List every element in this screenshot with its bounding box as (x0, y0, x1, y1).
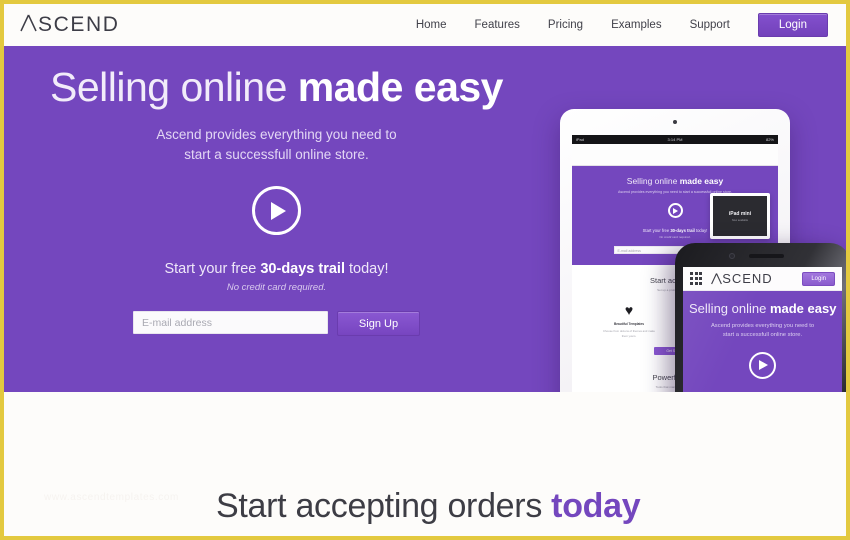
trial-suffix: today! (345, 261, 389, 278)
no-credit-card-note: No credit card required. (226, 282, 327, 294)
phone-screen: SCEND Login Selling online made easy Asc… (683, 267, 842, 392)
tablet-promo-sub: Now available (731, 218, 749, 222)
signup-form: Sign Up (4, 311, 549, 337)
tablet-play-triangle-icon (673, 207, 678, 214)
hero-title-bold: made easy (297, 64, 504, 110)
nav-item-home[interactable]: Home (402, 19, 461, 31)
bottom-title-light: Start accepting orders (216, 487, 552, 525)
trial-highlight: 30-days trail (260, 261, 345, 278)
logo-text: SCEND (38, 13, 120, 36)
bottom-title-bold: today (551, 487, 641, 525)
tablet-status-left: iPad (576, 137, 585, 142)
tablet-status-bar: iPad 3:14 PM 82% (572, 135, 778, 144)
phone-camera-icon (728, 253, 735, 259)
phone-logo: SCEND (711, 271, 773, 286)
hero-subtitle: Ascend provides everything you need to s… (4, 125, 549, 164)
tablet-hero-title-bold: made easy (679, 176, 724, 186)
tablet-hero-title-light: Selling online (626, 176, 680, 186)
play-triangle-icon (271, 201, 286, 220)
trial-line: Start your free 30-days trail today! (4, 261, 549, 277)
tablet-browser-chrome[interactable] (572, 144, 778, 166)
tablet-status-right: 82% (765, 137, 774, 142)
tablet-promo-card: iPad mini Now available (710, 193, 770, 239)
login-button[interactable]: Login (757, 13, 828, 37)
phone-hero-sub: Ascend provides everything you need to s… (689, 322, 836, 340)
bottom-section: www.ascendtemplates.com Start accepting … (4, 392, 846, 536)
signup-button[interactable]: Sign Up (337, 311, 420, 337)
hero-title-light: Selling online (49, 64, 298, 110)
hero-section: Selling online made easy Ascend provides… (4, 46, 846, 392)
nav-item-pricing[interactable]: Pricing (534, 19, 597, 31)
tablet-status-center: 3:14 PM (667, 137, 683, 142)
nav-item-features[interactable]: Features (461, 19, 534, 31)
hero-title: Selling online made easy (4, 64, 549, 111)
tablet-trial-suffix: today! (694, 228, 708, 234)
main-nav: Home Features Pricing Examples Support L… (402, 13, 828, 37)
tablet-promo-screen: iPad mini Now available (713, 196, 767, 236)
site-logo[interactable]: SCEND (20, 13, 120, 37)
triangle-a-icon (711, 273, 723, 285)
phone-logo-text: SCEND (722, 271, 773, 286)
tablet-play-icon[interactable] (667, 203, 683, 219)
tablet-trial-prefix: Start your free (642, 228, 671, 234)
nav-item-support[interactable]: Support (676, 19, 744, 31)
phone-login-button[interactable]: Login (802, 271, 835, 286)
triangle-a-icon (20, 13, 37, 37)
hero-subtitle-line1: Ascend provides everything you need to (156, 127, 397, 142)
phone-play-icon[interactable] (749, 351, 776, 379)
phone-hero-sub-line2: start a successfull online store. (722, 331, 803, 338)
phone-play-triangle-icon (759, 360, 768, 371)
heart-icon: ♥ (624, 302, 634, 319)
page-frame: SCEND Home Features Pricing Examples Sup… (0, 0, 850, 540)
top-navigation-bar: SCEND Home Features Pricing Examples Sup… (4, 4, 846, 46)
phone-speaker-icon (748, 254, 784, 258)
hero-subtitle-line2: start a successfull online store. (184, 146, 369, 162)
tablet-feature-text: Choose from dozens of themes and make th… (603, 329, 655, 338)
tablet-hero-title: Selling online made easy (578, 176, 772, 186)
bottom-title: Start accepting orders today (216, 487, 641, 526)
nav-item-examples[interactable]: Examples (597, 19, 676, 31)
phone-hero: Selling online made easy Ascend provides… (683, 291, 842, 392)
phone-hero-title: Selling online made easy (689, 301, 836, 316)
email-input[interactable] (133, 311, 328, 335)
play-icon[interactable] (252, 186, 301, 236)
watermark-text: www.ascendtemplates.com (44, 492, 179, 503)
tablet-feature-item: ♥ Beautiful Templates Choose from dozens… (600, 303, 658, 338)
tablet-trial-bold: 30-days trail (670, 228, 695, 234)
trial-prefix: Start your free (164, 261, 261, 278)
grid-menu-icon[interactable] (690, 272, 703, 285)
tablet-feature-title: Beautiful Templates (613, 322, 645, 327)
phone-mockup: SCEND Login Selling online made easy Asc… (675, 243, 846, 392)
phone-hero-title-bold: made easy (769, 301, 837, 316)
hero-copy: Selling online made easy Ascend provides… (4, 46, 549, 337)
phone-hero-title-light: Selling online (689, 301, 770, 316)
phone-hero-sub-line1: Ascend provides everything you need to (710, 323, 815, 329)
tablet-camera-icon (673, 120, 677, 124)
tablet-promo-title: iPad mini (728, 210, 752, 217)
phone-navbar: SCEND Login (683, 267, 842, 291)
